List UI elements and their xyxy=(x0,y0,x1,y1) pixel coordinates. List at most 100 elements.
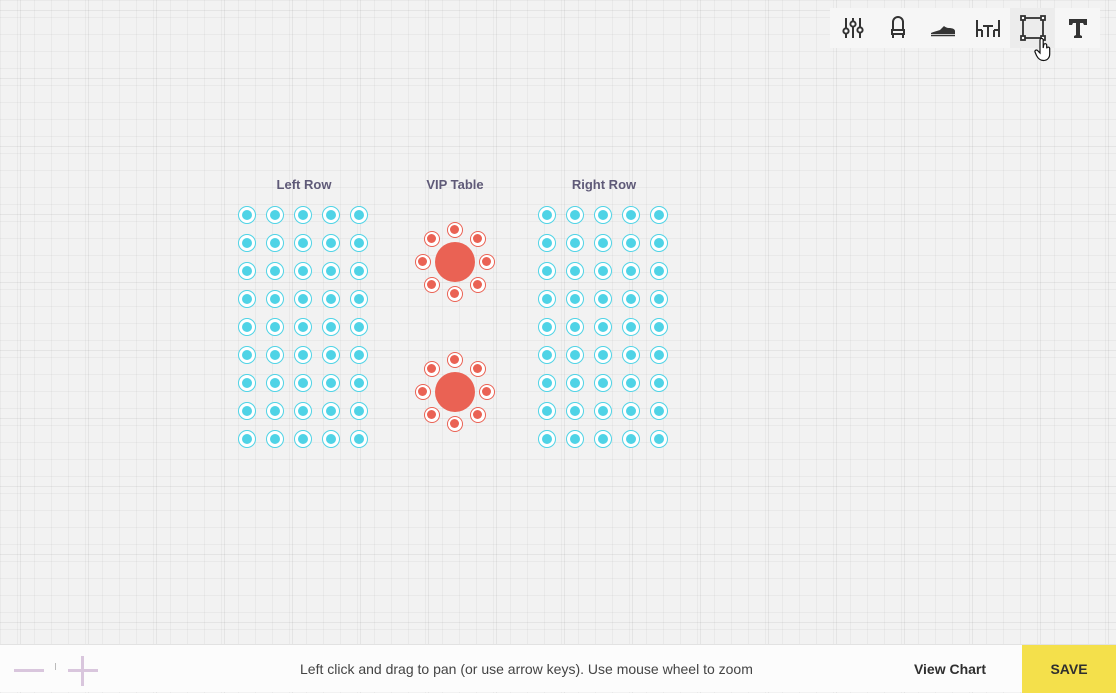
seat[interactable] xyxy=(538,262,556,280)
seat[interactable] xyxy=(266,402,284,420)
seat[interactable] xyxy=(650,374,668,392)
seat[interactable] xyxy=(622,402,640,420)
seat[interactable] xyxy=(594,290,612,308)
seat[interactable] xyxy=(350,290,368,308)
seat[interactable] xyxy=(294,374,312,392)
tool-square-select[interactable] xyxy=(1010,8,1055,48)
seat[interactable] xyxy=(350,346,368,364)
seat[interactable] xyxy=(594,402,612,420)
seat[interactable] xyxy=(238,318,256,336)
seat[interactable] xyxy=(266,374,284,392)
seat[interactable] xyxy=(266,346,284,364)
seat[interactable] xyxy=(238,234,256,252)
seat[interactable] xyxy=(294,290,312,308)
seat[interactable] xyxy=(650,430,668,448)
seat[interactable] xyxy=(322,206,340,224)
seat[interactable] xyxy=(650,402,668,420)
seat[interactable] xyxy=(622,290,640,308)
seat[interactable] xyxy=(350,206,368,224)
seat[interactable] xyxy=(322,346,340,364)
vip-chair[interactable] xyxy=(469,406,486,423)
tool-text[interactable] xyxy=(1055,8,1100,48)
seat[interactable] xyxy=(350,234,368,252)
vip-chair[interactable] xyxy=(447,416,463,432)
seat[interactable] xyxy=(594,346,612,364)
vip-chair[interactable] xyxy=(479,254,495,270)
vip-chair[interactable] xyxy=(415,254,431,270)
seat[interactable] xyxy=(350,430,368,448)
seat[interactable] xyxy=(566,206,584,224)
seat[interactable] xyxy=(266,206,284,224)
seat[interactable] xyxy=(566,402,584,420)
seat[interactable] xyxy=(294,346,312,364)
seat[interactable] xyxy=(238,206,256,224)
seat[interactable] xyxy=(622,234,640,252)
seat[interactable] xyxy=(322,262,340,280)
seat[interactable] xyxy=(538,234,556,252)
seat[interactable] xyxy=(350,262,368,280)
seat[interactable] xyxy=(350,318,368,336)
seat[interactable] xyxy=(622,346,640,364)
seat[interactable] xyxy=(266,234,284,252)
seat[interactable] xyxy=(322,290,340,308)
seat[interactable] xyxy=(322,402,340,420)
seat[interactable] xyxy=(538,430,556,448)
seat[interactable] xyxy=(594,206,612,224)
seat[interactable] xyxy=(650,290,668,308)
zoom-in-button[interactable] xyxy=(68,656,98,686)
vip-chair[interactable] xyxy=(415,384,431,400)
seat[interactable] xyxy=(594,262,612,280)
seat[interactable] xyxy=(622,430,640,448)
seat[interactable] xyxy=(350,374,368,392)
tool-shoe[interactable] xyxy=(920,8,965,48)
vip-chair[interactable] xyxy=(469,276,486,293)
seat[interactable] xyxy=(622,374,640,392)
vip-chair[interactable] xyxy=(424,361,441,378)
vip-chair[interactable] xyxy=(424,276,441,293)
seat[interactable] xyxy=(622,318,640,336)
tool-chair[interactable] xyxy=(875,8,920,48)
seat[interactable] xyxy=(538,346,556,364)
seat[interactable] xyxy=(322,430,340,448)
seat[interactable] xyxy=(538,290,556,308)
vip-chair[interactable] xyxy=(469,231,486,248)
seat[interactable] xyxy=(266,262,284,280)
seat[interactable] xyxy=(566,262,584,280)
seat[interactable] xyxy=(350,402,368,420)
seat[interactable] xyxy=(238,262,256,280)
seat[interactable] xyxy=(294,318,312,336)
seat[interactable] xyxy=(650,206,668,224)
seat[interactable] xyxy=(294,234,312,252)
tool-sliders[interactable] xyxy=(830,8,875,48)
seat[interactable] xyxy=(566,374,584,392)
seat[interactable] xyxy=(566,430,584,448)
seat[interactable] xyxy=(294,262,312,280)
vip-table-1[interactable] xyxy=(413,220,497,304)
seat[interactable] xyxy=(238,346,256,364)
seat[interactable] xyxy=(566,290,584,308)
vip-table-2[interactable] xyxy=(413,350,497,434)
seat[interactable] xyxy=(238,374,256,392)
view-chart-button[interactable]: View Chart xyxy=(900,645,1000,693)
zoom-out-button[interactable] xyxy=(14,669,44,672)
tool-table-chairs[interactable] xyxy=(965,8,1010,48)
seat[interactable] xyxy=(266,290,284,308)
vip-chair[interactable] xyxy=(469,361,486,378)
seat[interactable] xyxy=(538,318,556,336)
seat[interactable] xyxy=(266,318,284,336)
seat[interactable] xyxy=(566,346,584,364)
seat[interactable] xyxy=(594,430,612,448)
seat[interactable] xyxy=(650,262,668,280)
seat[interactable] xyxy=(594,374,612,392)
seat[interactable] xyxy=(322,318,340,336)
seat[interactable] xyxy=(322,234,340,252)
seat[interactable] xyxy=(650,346,668,364)
seat[interactable] xyxy=(622,206,640,224)
seat[interactable] xyxy=(538,402,556,420)
vip-chair[interactable] xyxy=(424,231,441,248)
vip-chair[interactable] xyxy=(479,384,495,400)
vip-chair[interactable] xyxy=(447,286,463,302)
vip-chair[interactable] xyxy=(447,222,463,238)
seat[interactable] xyxy=(566,234,584,252)
seat[interactable] xyxy=(266,430,284,448)
